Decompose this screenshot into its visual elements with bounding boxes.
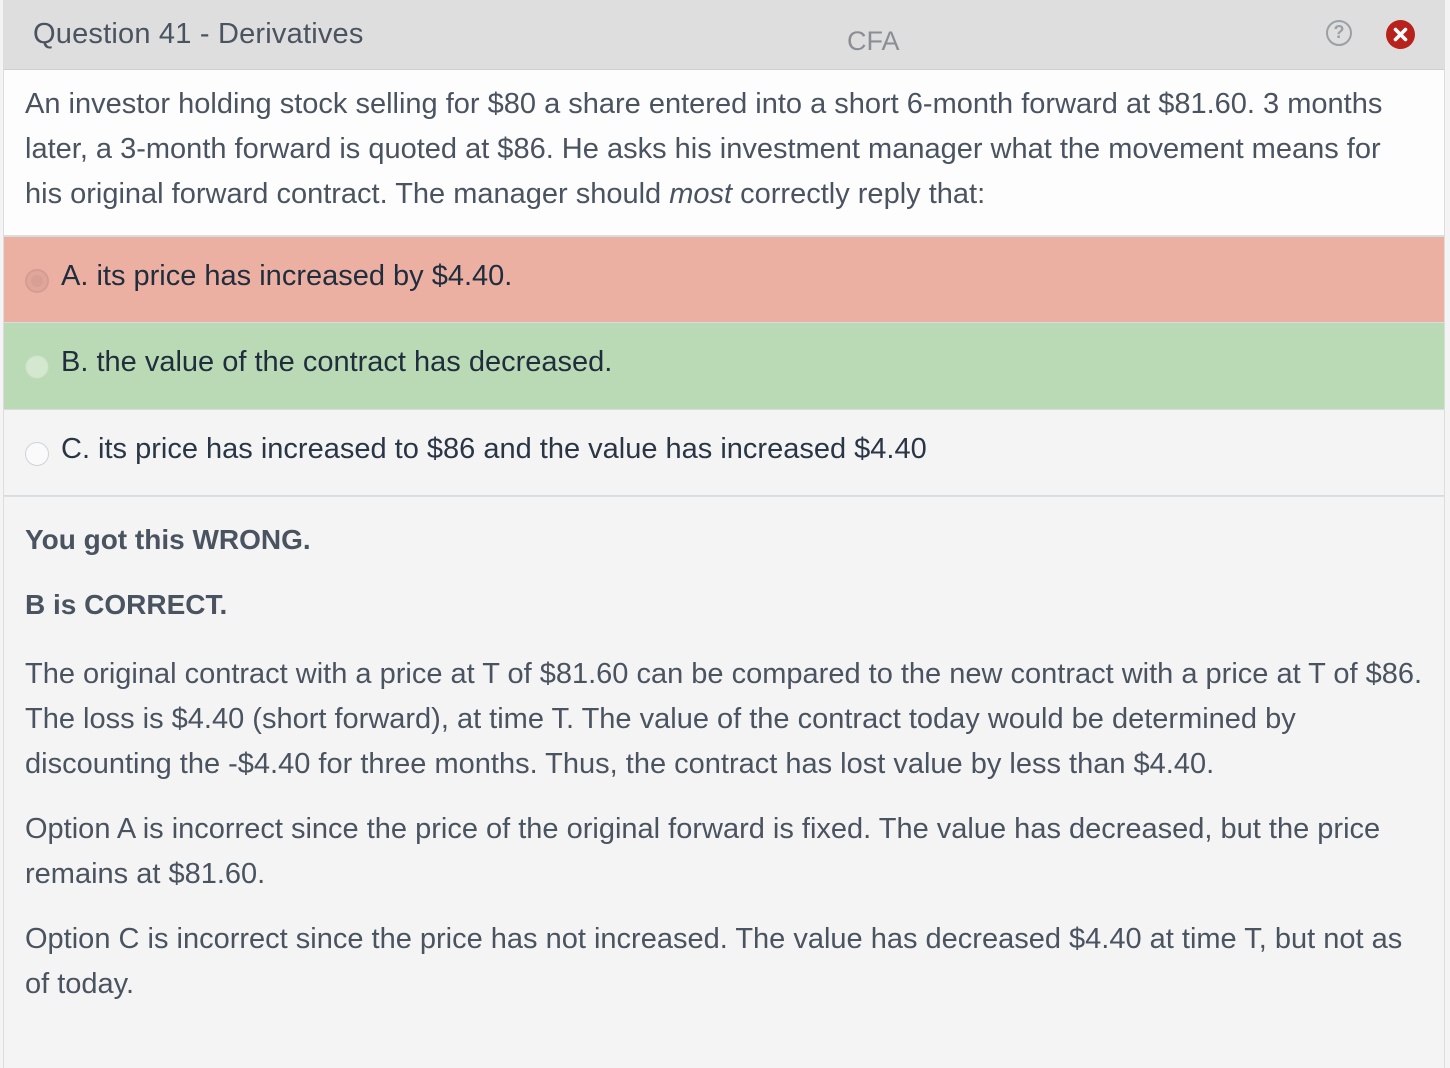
title-bar: Question 41 - Derivatives CFA ?: [4, 0, 1444, 70]
brand-label: CFA: [847, 26, 900, 56]
correct-answer-note: B is CORRECT.: [25, 589, 228, 620]
question-title: Question 41 - Derivatives: [33, 18, 364, 50]
radio-button-a[interactable]: [25, 269, 49, 293]
explanation-paragraph: The original contract with a price at T …: [25, 658, 1423, 780]
question-stem: An investor holding stock selling for $8…: [4, 70, 1444, 237]
result-verdict: You got this WRONG.: [25, 524, 311, 555]
explanation-paragraph: Option C is incorrect since the price ha…: [25, 923, 1403, 1000]
answer-option-b[interactable]: B. the value of the contract has decreas…: [4, 323, 1444, 410]
radio-button-c[interactable]: [25, 442, 49, 466]
help-icon[interactable]: ?: [1326, 20, 1352, 46]
answer-option-label: A. its price has increased by $4.40.: [61, 260, 513, 292]
question-text-end: correctly reply that:: [732, 178, 986, 210]
explanation-panel: You got this WRONG. B is CORRECT. The or…: [4, 496, 1444, 1007]
answer-option-c[interactable]: C. its price has increased to $86 and th…: [4, 410, 1444, 496]
answer-option-label: B. the value of the contract has decreas…: [61, 346, 613, 378]
question-emphasis: most: [669, 178, 733, 210]
close-icon[interactable]: [1386, 20, 1415, 49]
radio-button-b[interactable]: [25, 355, 49, 379]
answer-option-a[interactable]: A. its price has increased by $4.40.: [4, 237, 1444, 323]
explanation-paragraph: Option A is incorrect since the price of…: [25, 813, 1381, 890]
answer-option-label: C. its price has increased to $86 and th…: [61, 433, 927, 465]
question-window: Question 41 - Derivatives CFA ? An inves…: [3, 0, 1445, 1068]
